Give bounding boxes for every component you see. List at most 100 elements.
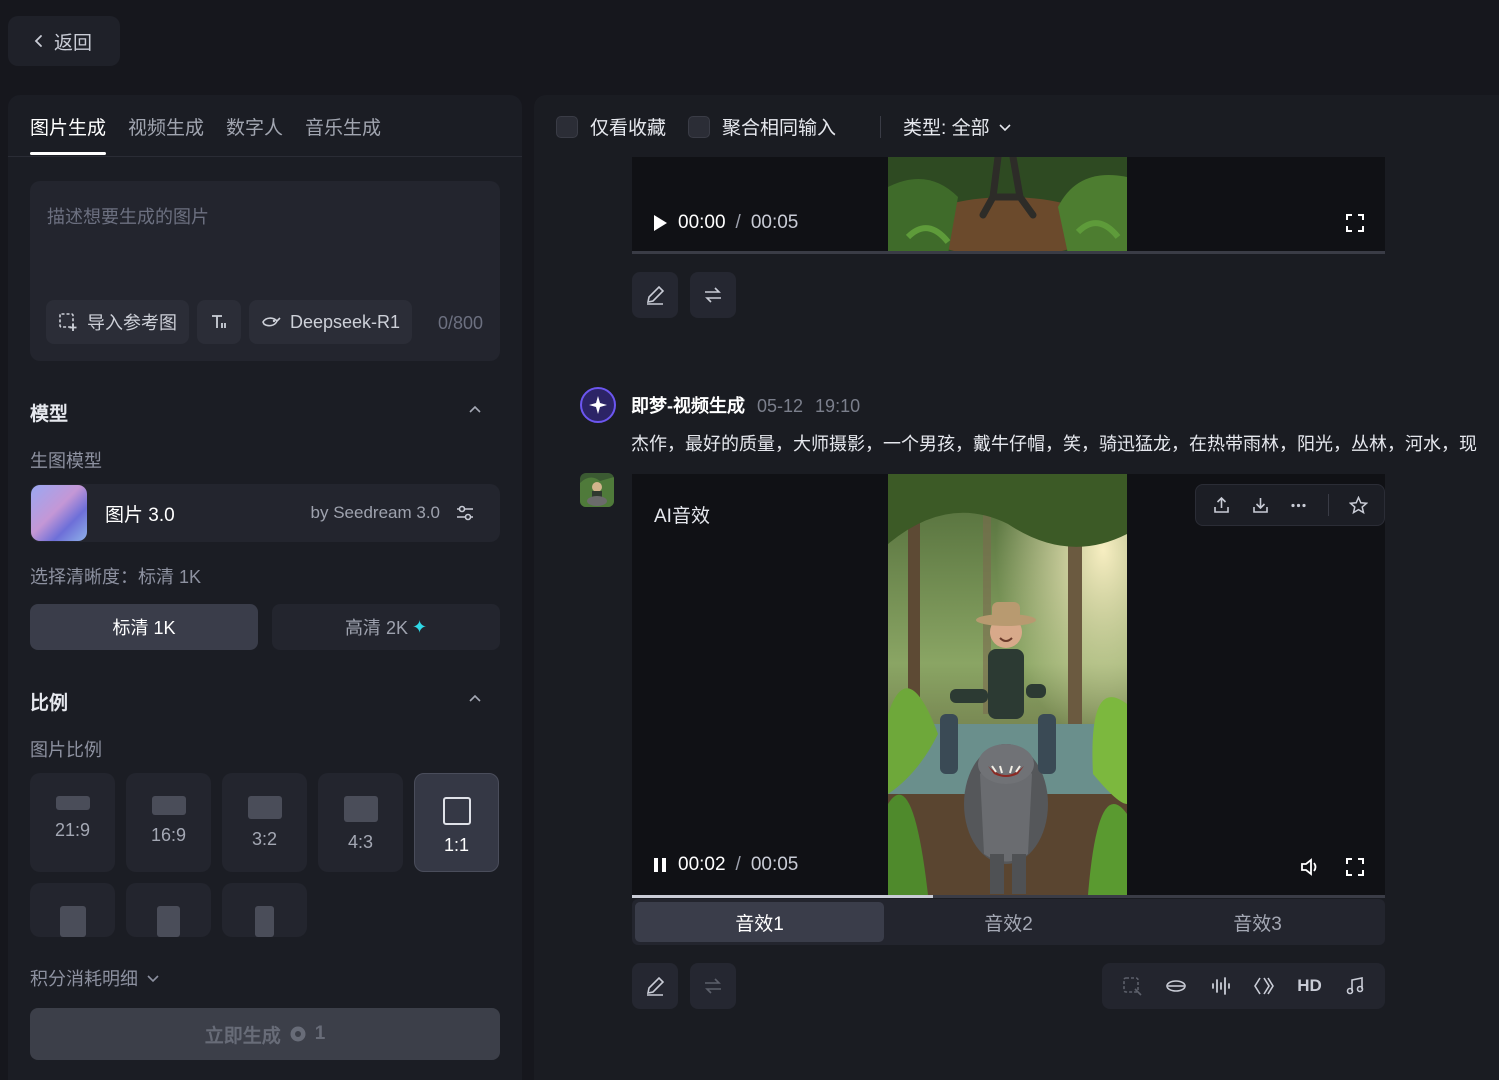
generate-label: 立即生成 [204, 1025, 281, 1047]
ratio-label: 1:1 [443, 835, 470, 855]
previous-video-duration: 00:05 [750, 212, 799, 233]
favorites-checkbox[interactable] [556, 115, 578, 138]
model-selector[interactable]: 图片 3.0 by Seedream 3.0 [30, 484, 500, 542]
ratio-section-title: 比例 [30, 693, 69, 714]
type-filter-dropdown[interactable]: 类型: 全部 [903, 113, 1012, 140]
resolution-label: 选择清晰度：标清 1K [30, 567, 202, 587]
toolbar-divider [1328, 494, 1330, 516]
regenerate-button[interactable] [690, 272, 736, 318]
tab-music-generation[interactable]: 音乐生成 [305, 113, 381, 155]
ratio-option-portrait[interactable] [30, 883, 115, 937]
volume-icon[interactable] [1299, 856, 1321, 878]
ratio-shape [442, 797, 471, 825]
generation-tabs: 图片生成 视频生成 数字人 音乐生成 [30, 113, 381, 155]
merge-same-filter[interactable]: 聚合相同输入 [688, 113, 836, 140]
filter-divider [880, 115, 882, 138]
resolution-hd-button[interactable]: 高清 2K ✦ [272, 604, 500, 650]
play-icon[interactable] [652, 214, 668, 232]
ratio-option-3-2[interactable]: 3:2 [222, 773, 307, 872]
text-style-button[interactable] [197, 300, 241, 344]
pause-icon[interactable] [652, 856, 668, 874]
hd-upscale-button[interactable]: HD [1297, 976, 1322, 996]
lip-sync-icon[interactable] [1165, 975, 1187, 997]
character-count: 0/800 [437, 313, 483, 333]
ratio-option-21-9[interactable]: 21:9 [30, 773, 115, 872]
more-icon[interactable] [1289, 496, 1308, 515]
model-thumbnail [31, 485, 87, 541]
music-note-icon[interactable] [1344, 975, 1366, 997]
merge-checkbox[interactable] [688, 115, 711, 138]
chevron-left-icon [34, 35, 42, 47]
resolution-hd-label: 高清 2K [344, 618, 408, 638]
tab-digital-human[interactable]: 数字人 [226, 113, 283, 155]
video-tools-bar: HD [1102, 963, 1385, 1009]
prompt-tools: 导入参考图 Deepseek-R1 [46, 300, 413, 344]
ratio-label: 3:2 [251, 829, 278, 849]
model-section-title: 模型 [30, 404, 69, 425]
main-video-progress[interactable] [632, 895, 1385, 898]
message-date: 05-12 [757, 396, 804, 416]
chevron-up-icon[interactable] [468, 403, 482, 417]
prompt-input[interactable]: 描述想要生成的图片 导入参考图 Deepseek-R1 0/800 [30, 181, 500, 361]
back-button[interactable]: 返回 [8, 16, 120, 66]
pencil-icon [646, 285, 665, 305]
ratio-shape [157, 906, 180, 937]
edit-button[interactable] [632, 963, 678, 1009]
type-filter-label: 类型: 全部 [903, 118, 990, 139]
edit-button[interactable] [632, 272, 678, 318]
ratio-option-portrait[interactable] [126, 883, 211, 937]
share-icon[interactable] [1212, 496, 1231, 515]
deepseek-label: Deepseek-R1 [290, 311, 401, 332]
points-icon [290, 1026, 306, 1042]
tab-image-generation[interactable]: 图片生成 [30, 113, 107, 155]
resolution-sd-button[interactable]: 标清 1K [30, 604, 258, 650]
generate-button[interactable]: 立即生成 1 [30, 1008, 500, 1060]
tab-sound-effect-3[interactable]: 音效3 [1133, 902, 1382, 942]
regenerate-button[interactable] [690, 963, 736, 1009]
ratio-label: 16:9 [150, 825, 187, 845]
tab-sound-effect-1[interactable]: 音效1 [635, 902, 884, 942]
model-name: 图片 3.0 [105, 504, 175, 526]
chevron-up-icon[interactable] [468, 692, 482, 706]
download-icon[interactable] [1251, 496, 1270, 515]
message-header: 即梦-视频生成 05-12 19:10 [631, 392, 860, 418]
star-icon[interactable] [1349, 495, 1369, 515]
ratio-option-4-3[interactable]: 4:3 [318, 773, 403, 872]
message-author: 即梦-视频生成 [631, 396, 745, 416]
resolution-sd-label: 标清 1K [112, 618, 176, 638]
merge-label: 聚合相同输入 [722, 118, 837, 139]
reference-thumbnail[interactable] [580, 473, 614, 507]
deepseek-button[interactable]: Deepseek-R1 [249, 300, 413, 344]
video-action-toolbar [1195, 484, 1385, 526]
left-panel: 图片生成 视频生成 数字人 音乐生成 描述想要生成的图片 导入参考图 Deeps… [8, 95, 522, 1080]
tab-sound-effect-2[interactable]: 音效2 [884, 902, 1133, 942]
frame-interpolation-icon[interactable] [1253, 975, 1275, 997]
tab-video-generation[interactable]: 视频生成 [128, 113, 204, 155]
favorites-only-filter[interactable]: 仅看收藏 [556, 113, 666, 140]
audio-wave-icon[interactable] [1209, 975, 1231, 997]
ai-sound-effect-label: AI音效 [654, 506, 710, 527]
crop-icon[interactable] [1121, 975, 1143, 997]
ratio-option-1-1[interactable]: 1:1 [414, 773, 499, 872]
ratio-shape [247, 796, 282, 819]
previous-video-progress[interactable] [632, 251, 1385, 254]
previous-video-player[interactable]: 00:00 / 00:05 [632, 157, 1385, 254]
time-separator: / [735, 854, 741, 875]
jimeng-avatar [580, 387, 616, 423]
generate-cost: 1 [314, 1023, 326, 1044]
ratio-option-portrait[interactable] [222, 883, 307, 937]
fullscreen-icon[interactable] [1345, 213, 1365, 233]
filter-bar: 仅看收藏 聚合相同输入 类型: 全部 [556, 113, 1034, 140]
import-reference-button[interactable]: 导入参考图 [46, 300, 189, 344]
sliders-icon[interactable] [454, 502, 476, 524]
main-video-player[interactable]: AI音效 00:02 / 00:05 [632, 474, 1385, 898]
main-video-duration: 00:05 [750, 854, 799, 875]
ratio-sub-label: 图片比例 [30, 740, 102, 760]
model-provider: by Seedream 3.0 [310, 503, 440, 522]
cost-detail-toggle[interactable]: 积分消耗明细 [30, 965, 160, 991]
image-add-icon [59, 313, 77, 331]
ratio-option-16-9[interactable]: 16:9 [126, 773, 211, 872]
previous-video-controls: 00:00 / 00:05 [652, 212, 798, 234]
prompt-placeholder: 描述想要生成的图片 [47, 207, 209, 227]
fullscreen-icon[interactable] [1345, 857, 1365, 877]
